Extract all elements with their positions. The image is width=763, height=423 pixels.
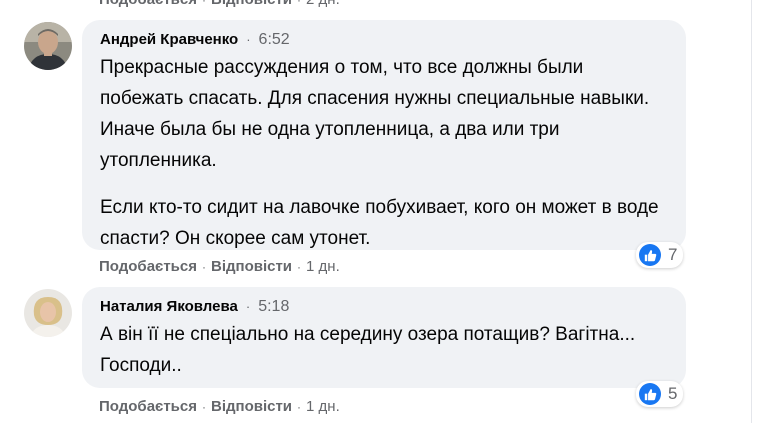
- comment-author[interactable]: Андрей Кравченко: [100, 30, 238, 50]
- avatar-photo-icon: [24, 22, 72, 70]
- like-link[interactable]: Подобається: [99, 0, 197, 8]
- comment-author[interactable]: Наталия Яковлева: [100, 297, 238, 317]
- avatar-natalia-yakovleva[interactable]: [24, 289, 72, 337]
- comment-time[interactable]: 5:18: [258, 297, 289, 317]
- comment-bubble: Наталия Яковлева · 5:18 А він її не спец…: [82, 287, 686, 388]
- comment-header: Наталия Яковлева · 5:18: [100, 297, 670, 317]
- right-edge-divider: [751, 0, 752, 423]
- like-reaction-icon: [639, 383, 661, 405]
- separator-dot: ·: [201, 399, 206, 414]
- separator-dot: ·: [297, 0, 301, 7]
- separator-dot: ·: [246, 32, 251, 47]
- separator-dot: ·: [201, 259, 206, 274]
- separator-dot: ·: [245, 299, 251, 314]
- comment-age[interactable]: 2 дн.: [306, 0, 340, 8]
- comment-time[interactable]: 6:52: [259, 30, 290, 50]
- reply-link[interactable]: Відповісти: [211, 258, 292, 275]
- comment-age[interactable]: 1 дн.: [306, 258, 340, 275]
- like-count: 7: [668, 245, 678, 264]
- comment-actions: Подобається · Відповісти · 1 дн.: [99, 398, 340, 415]
- like-link[interactable]: Подобається: [99, 398, 197, 415]
- comment-actions: Подобається · Відповісти · 1 дн.: [99, 258, 340, 275]
- separator-dot: ·: [297, 399, 302, 414]
- avatar-andrey-kravchenko[interactable]: [24, 22, 72, 70]
- comment-header: Андрей Кравченко · 6:52: [100, 30, 670, 50]
- like-count: 5: [668, 384, 678, 403]
- reaction-count[interactable]: 5: [636, 381, 684, 407]
- reply-link[interactable]: Відповісти: [211, 398, 292, 415]
- like-reaction-icon: [639, 244, 661, 266]
- avatar-photo-icon: [24, 289, 72, 337]
- comment-text: А він її не спеціально на середину озера…: [100, 324, 636, 376]
- comment-bubble: Андрей Кравченко · 6:52 Прекрасные рассу…: [82, 20, 686, 250]
- comment-age[interactable]: 1 дн.: [306, 398, 340, 415]
- separator-dot: ·: [297, 259, 302, 274]
- reply-link[interactable]: Відповісти: [211, 0, 292, 8]
- comment-text: Если кто-то сидит на лавочке побухивает,…: [100, 197, 659, 249]
- comment-text: Прекрасные рассуждения о том, что все до…: [100, 57, 650, 171]
- separator-dot: ·: [202, 0, 206, 7]
- previous-comment-actions: Подобається · Відповісти · 2 дн.: [99, 0, 340, 8]
- like-link[interactable]: Подобається: [99, 258, 197, 275]
- reaction-count[interactable]: 7: [636, 242, 684, 268]
